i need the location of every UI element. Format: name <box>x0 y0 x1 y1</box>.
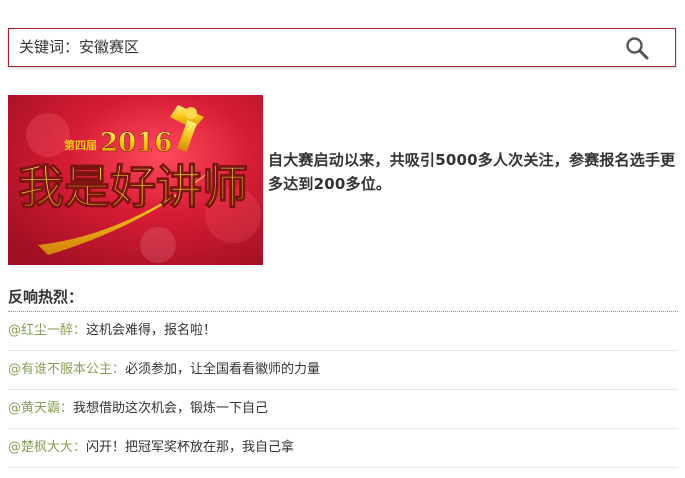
search-box <box>8 28 676 67</box>
comment-user[interactable]: @红尘一醉： <box>8 323 86 338</box>
comment-text: 闪开！把冠军奖杯放在那，我自己拿 <box>86 440 295 455</box>
banner-image: 第四届 2016 我是好讲师 <box>8 95 263 265</box>
comment-item: @楚枫大大：闪开！把冠军奖杯放在那，我自己拿 <box>8 429 678 468</box>
comment-item: @红尘一醉：这机会难得，报名啦！ <box>8 312 678 351</box>
banner-year: 2016 <box>100 128 172 158</box>
comment-user[interactable]: @有谁不服本公主： <box>8 362 125 377</box>
banner-edition: 第四届 <box>64 138 97 152</box>
banner-title: 我是好讲师 <box>18 160 248 214</box>
search-input[interactable] <box>19 29 609 66</box>
comment-item: @黄天霸：我想借助这次机会，锻炼一下自己 <box>8 390 678 429</box>
comment-text: 必须参加，让全国看看徽师的力量 <box>125 362 321 377</box>
section-title: 反响热烈： <box>8 288 84 306</box>
comment-text: 这机会难得，报名啦！ <box>86 323 217 338</box>
search-icon[interactable] <box>625 36 649 60</box>
comment-list: @红尘一醉：这机会难得，报名啦！ @有谁不服本公主：必须参加，让全国看看徽师的力… <box>8 312 678 468</box>
comment-text: 我想借助这次机会，锻炼一下自己 <box>73 401 269 416</box>
intro-text: 自大赛启动以来，共吸引5000多人次关注，参赛报名选手更多达到200多位。 <box>268 151 676 193</box>
comment-user[interactable]: @楚枫大大： <box>8 440 86 455</box>
comment-item: @有谁不服本公主：必须参加，让全国看看徽师的力量 <box>8 351 678 390</box>
comment-user[interactable]: @黄天霸： <box>8 401 73 416</box>
